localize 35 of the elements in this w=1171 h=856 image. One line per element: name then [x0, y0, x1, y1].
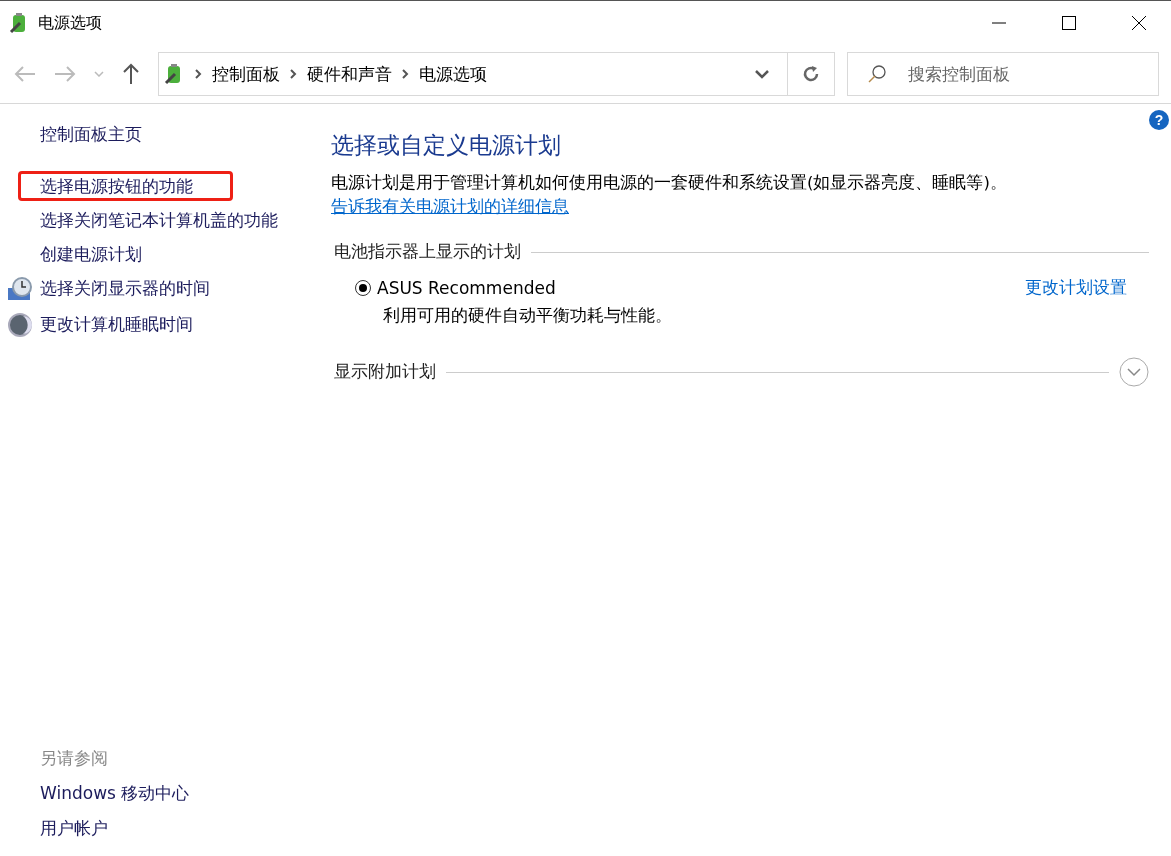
page-title: 选择或自定义电源计划	[331, 131, 562, 160]
refresh-icon	[802, 65, 820, 83]
breadcrumb[interactable]: 电源选项	[419, 62, 487, 86]
change-plan-settings-link[interactable]: 更改计划设置	[1025, 277, 1127, 299]
moon-icon	[7, 312, 33, 338]
chevron-icon	[290, 69, 297, 79]
sidebar-link[interactable]: 选择电源按钮的功能	[18, 171, 233, 201]
chevron-icon	[195, 69, 202, 79]
section-heading: 电池指示器上显示的计划	[334, 241, 521, 263]
maximize-icon[interactable]	[1061, 15, 1077, 31]
description-text: 电源计划是用于管理计算机如何使用电源的一套硬件和系统设置(如显示器亮度、睡眠等)。 告诉我有关电源计划的详细信息	[331, 172, 1008, 218]
chevron-icon	[402, 69, 409, 79]
sidebar-link[interactable]: 更改计算机睡眠时间	[37, 309, 288, 339]
sidebar-link[interactable]: 创建电源计划	[37, 239, 288, 269]
breadcrumb[interactable]: 控制面板	[212, 62, 280, 86]
plan-name: ASUS Recommended	[377, 278, 556, 298]
details-link[interactable]: 告诉我有关电源计划的详细信息	[331, 197, 569, 216]
plan-description: 利用可用的硬件自动平衡功耗与性能。	[382, 305, 673, 327]
section-heading: 显示附加计划	[334, 361, 436, 383]
see-also-heading: 另请参阅	[40, 747, 109, 770]
dropdown-caret-icon[interactable]	[755, 69, 769, 79]
up-arrow-icon[interactable]	[122, 63, 140, 85]
search-icon	[867, 64, 887, 84]
breadcrumb[interactable]: 硬件和声音	[307, 62, 392, 86]
address-bar[interactable]: 控制面板 硬件和声音 电源选项	[158, 52, 835, 96]
see-also-link[interactable]: Windows 移动中心	[40, 782, 300, 805]
sidebar-link[interactable]: 选择关闭显示器的时间	[37, 273, 288, 303]
sidebar-link[interactable]: 选择关闭笔记本计算机盖的功能	[37, 205, 288, 235]
help-button[interactable]: ?	[1149, 110, 1169, 130]
window-title: 电源选项	[38, 12, 102, 34]
see-also-link[interactable]: 用户帐户	[40, 817, 300, 840]
close-icon[interactable]	[1131, 15, 1147, 31]
clock-monitor-icon	[7, 276, 33, 302]
search-field[interactable]: 搜索控制面板	[847, 52, 1159, 96]
sidebar-link[interactable]: 控制面板主页	[37, 119, 288, 149]
